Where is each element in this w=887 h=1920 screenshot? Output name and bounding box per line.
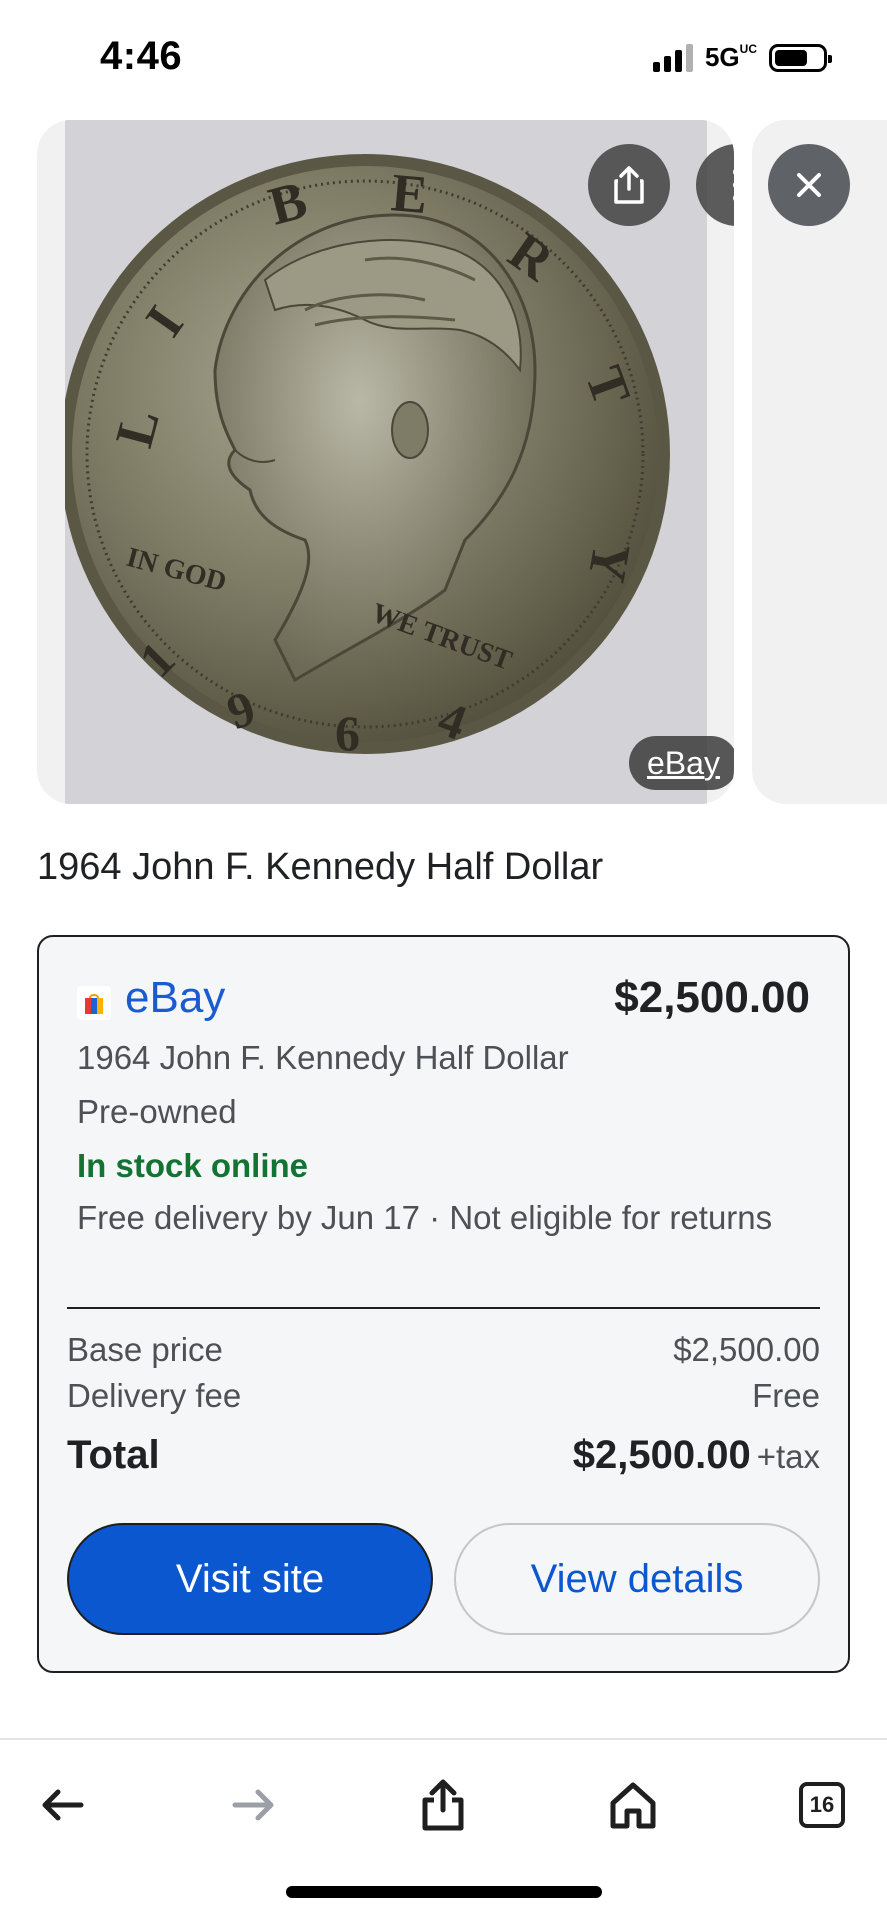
svg-text:6: 6 — [335, 705, 360, 761]
tabs-icon: 16 — [799, 1782, 845, 1828]
status-indicators: 5GUC — [652, 42, 832, 73]
base-price-row: Base price $2,500.00 — [67, 1331, 820, 1369]
seller-link[interactable]: eBay — [125, 973, 225, 1023]
delivery-fee-row: Delivery fee Free — [67, 1377, 820, 1415]
more-vert-icon — [733, 169, 734, 201]
total-row: Total $2,500.00 +tax — [67, 1433, 820, 1478]
status-bar: 4:46 5GUC — [0, 0, 887, 110]
coin-image[interactable]: L I B E R T Y IN GOD WE TRUST 1 9 6 4 — [65, 120, 707, 804]
kennedy-half-dollar-image: L I B E R T Y IN GOD WE TRUST 1 9 6 4 — [65, 120, 707, 804]
base-price-value: $2,500.00 — [673, 1331, 820, 1368]
image-carousel[interactable]: L I B E R T Y IN GOD WE TRUST 1 9 6 4 eB… — [0, 120, 887, 804]
item-condition: Pre-owned — [77, 1093, 237, 1130]
share-page-button[interactable] — [408, 1770, 478, 1840]
offer-price: $2,500.00 — [614, 973, 810, 1022]
stock-status: In stock online — [77, 1147, 309, 1184]
close-icon — [797, 173, 821, 197]
base-price-label: Base price — [67, 1331, 223, 1368]
total-label: Total — [67, 1433, 160, 1477]
delivery-info: Free delivery by Jun 17 · Not eligible f… — [77, 1199, 773, 1236]
shopping-bag-icon — [77, 986, 111, 1020]
view-details-button[interactable]: View details — [454, 1523, 820, 1635]
signal-icon — [652, 43, 693, 72]
tabs-button[interactable]: 16 — [787, 1770, 857, 1840]
close-button[interactable] — [768, 144, 850, 226]
svg-text:E: E — [389, 162, 430, 225]
source-chip[interactable]: eBay — [629, 736, 734, 790]
image-card[interactable]: L I B E R T Y IN GOD WE TRUST 1 9 6 4 eB… — [37, 120, 734, 804]
battery-icon — [769, 43, 832, 72]
share-icon — [422, 1779, 464, 1831]
home-button[interactable] — [598, 1770, 668, 1840]
back-button[interactable] — [28, 1770, 98, 1840]
total-value: $2,500.00 — [572, 1433, 751, 1477]
forward-arrow-icon — [232, 1789, 274, 1821]
share-icon — [614, 166, 644, 204]
seller-row: eBay $2,500.00 — [77, 967, 810, 1027]
forward-button[interactable] — [218, 1770, 288, 1840]
network-label: 5GUC — [704, 42, 757, 72]
browser-toolbar: 16 — [0, 1738, 887, 1848]
total-tax: +tax — [756, 1438, 820, 1475]
offer-item-title: 1964 John F. Kennedy Half Dollar — [77, 1039, 569, 1076]
delivery-fee-label: Delivery fee — [67, 1377, 242, 1414]
home-indicator[interactable] — [286, 1886, 602, 1898]
offer-card: eBay $2,500.00 1964 John F. Kennedy Half… — [37, 935, 850, 1673]
visit-site-button[interactable]: Visit site — [67, 1523, 433, 1635]
product-title: 1964 John F. Kennedy Half Dollar — [37, 846, 604, 888]
status-time: 4:46 — [100, 34, 183, 78]
share-image-button[interactable] — [588, 144, 670, 226]
back-arrow-icon — [42, 1789, 84, 1821]
delivery-fee-value: Free — [752, 1377, 820, 1414]
home-icon — [610, 1782, 656, 1829]
divider — [67, 1307, 820, 1309]
